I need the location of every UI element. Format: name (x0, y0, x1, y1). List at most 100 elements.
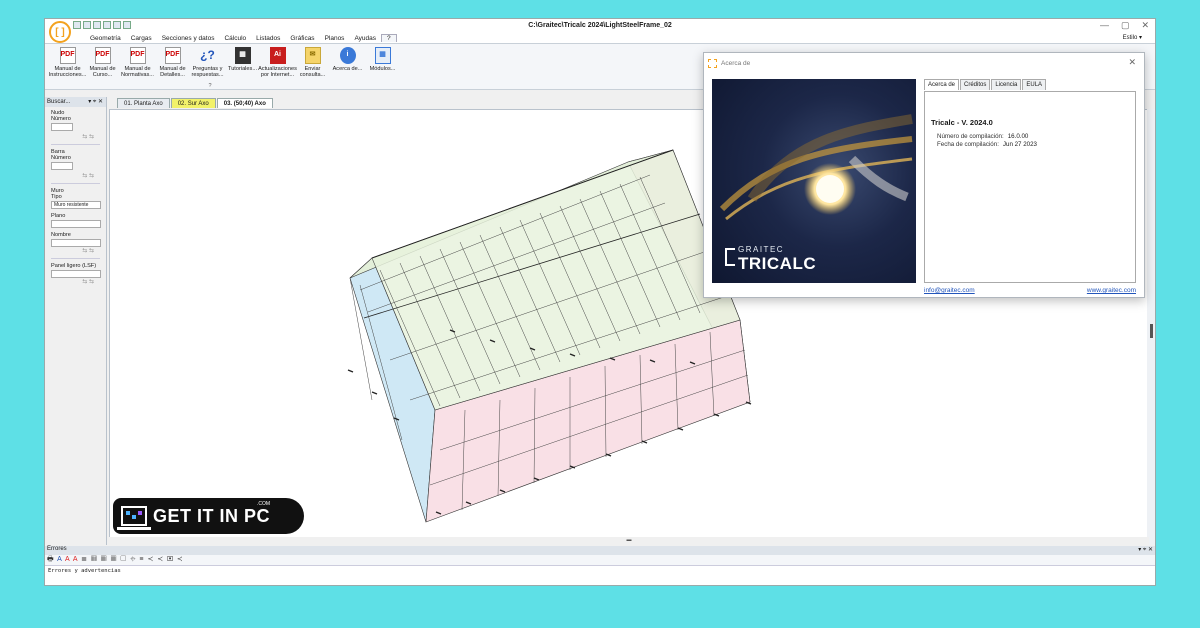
previous-alt-icon[interactable]: ≺ (157, 556, 164, 563)
build-date-value: Jun 27 2023 (1002, 141, 1037, 148)
tipo-select[interactable]: Muro resistente (51, 201, 101, 209)
align-icon[interactable]: ≡ (139, 556, 144, 563)
search-sidebar: Buscar... ▾ ⌖ ✕ Nudo Número ⇆ ⇆ Barra Nú… (45, 97, 107, 545)
panel-search-tools[interactable]: ⇆ ⇆ (51, 278, 100, 285)
columns-icon[interactable]: ▦ (111, 556, 118, 563)
info-icon: i (339, 47, 356, 64)
build-date-label: Fecha de compilación: (937, 141, 999, 148)
app-menu-orb-icon[interactable]: [ ] (49, 21, 71, 43)
scroll-thumb[interactable] (1150, 324, 1153, 338)
barra-number-input[interactable] (51, 162, 73, 170)
brand-tricalc: TRICALC (738, 254, 817, 273)
button-label: Acerca de... (332, 66, 363, 72)
nombre-label: Nombre (51, 232, 71, 238)
graitec-logo-icon (725, 248, 735, 266)
tab-creditos[interactable]: Créditos (960, 79, 991, 90)
tab-sur-axo[interactable]: 02. Sur Axo (170, 98, 216, 108)
locate-icon[interactable]: ⌖ (130, 556, 136, 563)
dialog-title-bar: Acerca de ✕ (704, 53, 1144, 73)
menu-graficas[interactable]: Gráficas (285, 35, 319, 42)
button-label: Módulos... (369, 66, 396, 72)
film-icon: ▦ (234, 47, 251, 64)
errors-list-row: Errores y advertencias (45, 565, 1155, 576)
table-icon[interactable]: ▦ (91, 556, 98, 563)
tipo-label: Tipo (51, 194, 62, 200)
font-red-icon[interactable]: A (65, 556, 70, 563)
menu-help[interactable]: ? (381, 34, 397, 42)
pdf-icon: PDF (59, 47, 76, 64)
window-title: C:\Graitec\Tricalc 2024\LightSteelFrame_… (528, 22, 672, 29)
button-label: Enviar consulta... (299, 66, 326, 79)
question-icon: ¿? (200, 47, 215, 62)
nombre-select[interactable] (51, 239, 101, 247)
button-label: Tutoriales... (227, 66, 257, 72)
barra-number-label: Número (51, 155, 71, 161)
button-label: Actualizaciones por Internet... (258, 66, 297, 79)
menu-geometria[interactable]: Geometría (85, 35, 126, 42)
ribbon-group-title: ? (208, 83, 212, 89)
nudo-search-tools[interactable]: ⇆ ⇆ (51, 133, 100, 140)
viewport-scrollbar[interactable] (1147, 109, 1155, 545)
frame-icon[interactable]: ▢ (120, 556, 127, 563)
dialog-tabs: Acerca de Créditos Licencia EULA (924, 79, 1047, 90)
mail-icon: ✉ (304, 47, 321, 64)
menu-listados[interactable]: Listados (251, 35, 285, 42)
dialog-close-button[interactable]: ✕ (1128, 57, 1136, 68)
pdf-icon: PDF (164, 47, 181, 64)
menu-bar: Geometría Cargas Secciones y datos Cálcu… (45, 33, 1155, 44)
tab-50-40-axo[interactable]: 03. (50;40) Axo (216, 98, 273, 108)
modules-icon: ▦ (374, 47, 391, 64)
sidebar-title: Buscar... (47, 99, 71, 105)
dialog-title: Acerca de (721, 59, 751, 67)
pdf-icon: PDF (129, 47, 146, 64)
watermark-suffix: .COM (257, 501, 271, 507)
tricalc-icon (708, 58, 717, 68)
plano-select[interactable] (51, 220, 101, 228)
font-red-alt-icon[interactable]: A (73, 556, 78, 563)
menu-cargas[interactable]: Cargas (126, 35, 157, 42)
menu-calculo[interactable]: Cálculo (219, 35, 251, 42)
menu-ayudas[interactable]: Ayudas (349, 35, 381, 42)
minimize-button[interactable]: — (1100, 20, 1109, 31)
menu-planos[interactable]: Planos (320, 35, 350, 42)
barra-search-tools[interactable]: ⇆ ⇆ (51, 172, 100, 179)
export-icon[interactable]: ▣ (167, 556, 174, 563)
update-icon: Ai (269, 47, 286, 64)
about-dialog: Acerca de ✕ GRAITEC TRICALC Acerca de Cr… (703, 52, 1145, 298)
nudo-number-input[interactable] (51, 123, 73, 131)
about-panel: Tricalc - V. 2024.0 Número de compilació… (924, 91, 1136, 283)
build-date-row: Fecha de compilación: Jun 27 2023 (931, 141, 1129, 148)
tab-acerca-de[interactable]: Acerca de (924, 79, 960, 90)
errors-toolbar: 🖶 A A A ≣ ▦ ▦ ▦ ▢ ⌖ ≡ ≺ ≺ ▣ ≺ (45, 555, 1155, 565)
button-label: Manual de Detalles... (159, 66, 186, 79)
panel-ligero-select[interactable] (51, 270, 101, 278)
watermark-text: GET IT IN PC (153, 505, 271, 526)
button-label: Manual de Curso... (89, 66, 116, 79)
print-icon[interactable]: 🖶 (47, 556, 55, 563)
build-number-value: 16.0.00 (1007, 133, 1029, 140)
table-alt-icon[interactable]: ▦ (101, 556, 108, 563)
sidebar-header-tools[interactable]: ▾ ⌖ ✕ (88, 98, 103, 106)
tab-eula[interactable]: EULA (1022, 79, 1047, 90)
muro-search-tools[interactable]: ⇆ ⇆ (51, 247, 100, 254)
getintopc-watermark: GET IT IN PC .COM (113, 498, 304, 534)
menu-secciones[interactable]: Secciones y datos (157, 35, 220, 42)
tab-licencia[interactable]: Licencia (991, 79, 1022, 90)
maximize-button[interactable]: ▢ (1121, 20, 1130, 31)
previous-icon[interactable]: ≺ (147, 556, 154, 563)
nudo-number-label: Número (51, 116, 71, 122)
font-icon[interactable]: A (57, 556, 62, 563)
panel-splitter[interactable]: ▬ (109, 537, 1149, 545)
sidebar-body: Nudo Número ⇆ ⇆ Barra Número ⇆ ⇆ Muro Ti… (45, 107, 106, 288)
errors-header: Errores ▾ ⌖ ✕ (45, 546, 1155, 555)
email-link[interactable]: info@graitec.com (924, 287, 975, 294)
title-bar: C:\Graitec\Tricalc 2024\LightSteelFrame_… (45, 19, 1155, 33)
estilo-dropdown[interactable]: Estilo ▾ (1118, 34, 1147, 41)
format-icon[interactable]: ≣ (81, 556, 88, 563)
close-button[interactable]: ✕ (1141, 20, 1149, 31)
website-link[interactable]: www.graitec.com (1087, 287, 1136, 294)
button-label: Manual de Normativas... (121, 66, 154, 79)
back-icon[interactable]: ≺ (177, 556, 184, 563)
errors-header-tools[interactable]: ▾ ⌖ ✕ (1138, 546, 1153, 555)
tab-planta-axo[interactable]: 01. Planta Axo (117, 98, 170, 108)
